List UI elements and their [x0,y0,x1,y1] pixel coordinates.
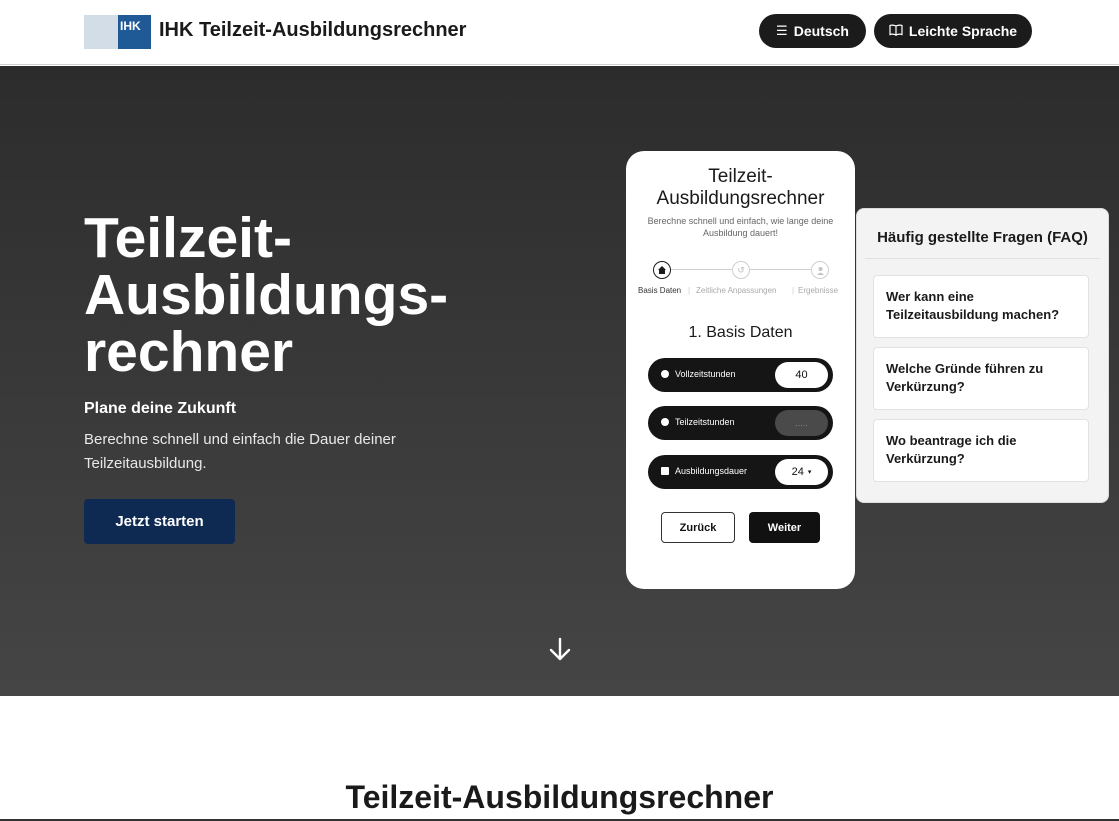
clock-icon [661,370,669,378]
easy-language-button[interactable]: Leichte Sprache [874,14,1032,48]
back-button[interactable]: Zurück [661,512,735,543]
training-duration-select[interactable]: 24 ▾ [775,459,828,485]
calendar-icon [661,467,669,475]
fulltime-hours-input[interactable]: 40 [775,362,828,388]
chevron-down-icon: ▾ [807,469,812,476]
logo-light-block [84,15,118,49]
hero-description: Berechne schnell und einfach die Dauer d… [84,431,396,472]
clock-icon [661,418,669,426]
logo-text: IHK [118,15,151,49]
step-separator: | [792,286,795,295]
calculator-description: Berechne schnell und einfach, wie lange … [647,216,834,238]
easy-language-button-label: Leichte Sprache [908,23,1018,39]
field-label: Ausbildungsdauer [675,466,748,476]
site-title: IHK Teilzeit-Ausbildungsrechner [159,19,467,41]
list-icon: ☰ [776,23,788,38]
faq-item[interactable]: Wer kann eine Teilzeitausbildung machen? [873,275,1089,338]
language-button-label: Deutsch [793,23,849,39]
faq-title: Häufig gestellte Fragen (FAQ) [877,229,1088,246]
faq-panel: Häufig gestellte Fragen (FAQ) Wer kann e… [856,208,1109,503]
calculator-title-line: Ausbildungsrechner [656,188,825,209]
section-title: Teilzeit-Ausbildungsrechner [345,779,774,815]
start-button[interactable]: Jetzt starten [84,499,235,544]
step-label-anpassungen[interactable]: Zeitliche Anpassungen [696,286,777,295]
faq-item[interactable]: Welche Gründe führen zu Verkürzung? [873,347,1089,410]
step-connector [750,269,811,270]
next-button[interactable]: Weiter [749,512,820,543]
hero-title: Teilzeit- Ausbildungs- rechner [84,210,504,381]
field-label: Teilzeitstunden [675,417,735,427]
divider [865,258,1100,259]
parttime-hours-field[interactable]: Teilzeitstunden ..... [648,406,833,440]
training-duration-field[interactable]: Ausbildungsdauer 24 ▾ [648,455,833,489]
step-separator: | [688,286,691,295]
user-icon[interactable] [811,261,829,279]
field-label: Vollzeitstunden [675,369,736,379]
site-header: IHK IHK Teilzeit-Ausbildungsrechner ☰ De… [0,0,1119,65]
hero-title-line: rechner [84,320,294,384]
step-connector [671,269,732,270]
book-icon [889,24,903,39]
ihk-logo[interactable]: IHK [84,15,151,49]
home-icon[interactable] [653,261,671,279]
hero-title-line: Teilzeit- [84,206,292,270]
hero-title-line: Ausbildungs- [84,263,449,327]
parttime-hours-input[interactable]: ..... [775,410,828,436]
step-heading: 1. Basis Daten [688,324,793,341]
calculator-card: Teilzeit- Ausbildungsrechner Berechne sc… [626,151,855,589]
step-label-basis[interactable]: Basis Daten [638,286,681,295]
hero-subtitle: Plane deine Zukunft [84,400,237,417]
faq-item[interactable]: Wo beantrage ich die Verkürzung? [873,419,1089,482]
calculator-title-line: Teilzeit- [708,166,773,187]
stepper: ↺ Basis Daten | Zeitliche Anpassungen | … [626,261,855,301]
calculator-title: Teilzeit- Ausbildungsrechner [626,166,855,210]
history-icon[interactable]: ↺ [732,261,750,279]
arrow-down-icon[interactable] [546,635,574,663]
step-label-ergebnisse[interactable]: Ergebnisse [798,286,838,295]
fulltime-hours-field[interactable]: Vollzeitstunden 40 [648,358,833,392]
language-button[interactable]: ☰ Deutsch [759,14,866,48]
training-duration-value: 24 [791,466,804,478]
